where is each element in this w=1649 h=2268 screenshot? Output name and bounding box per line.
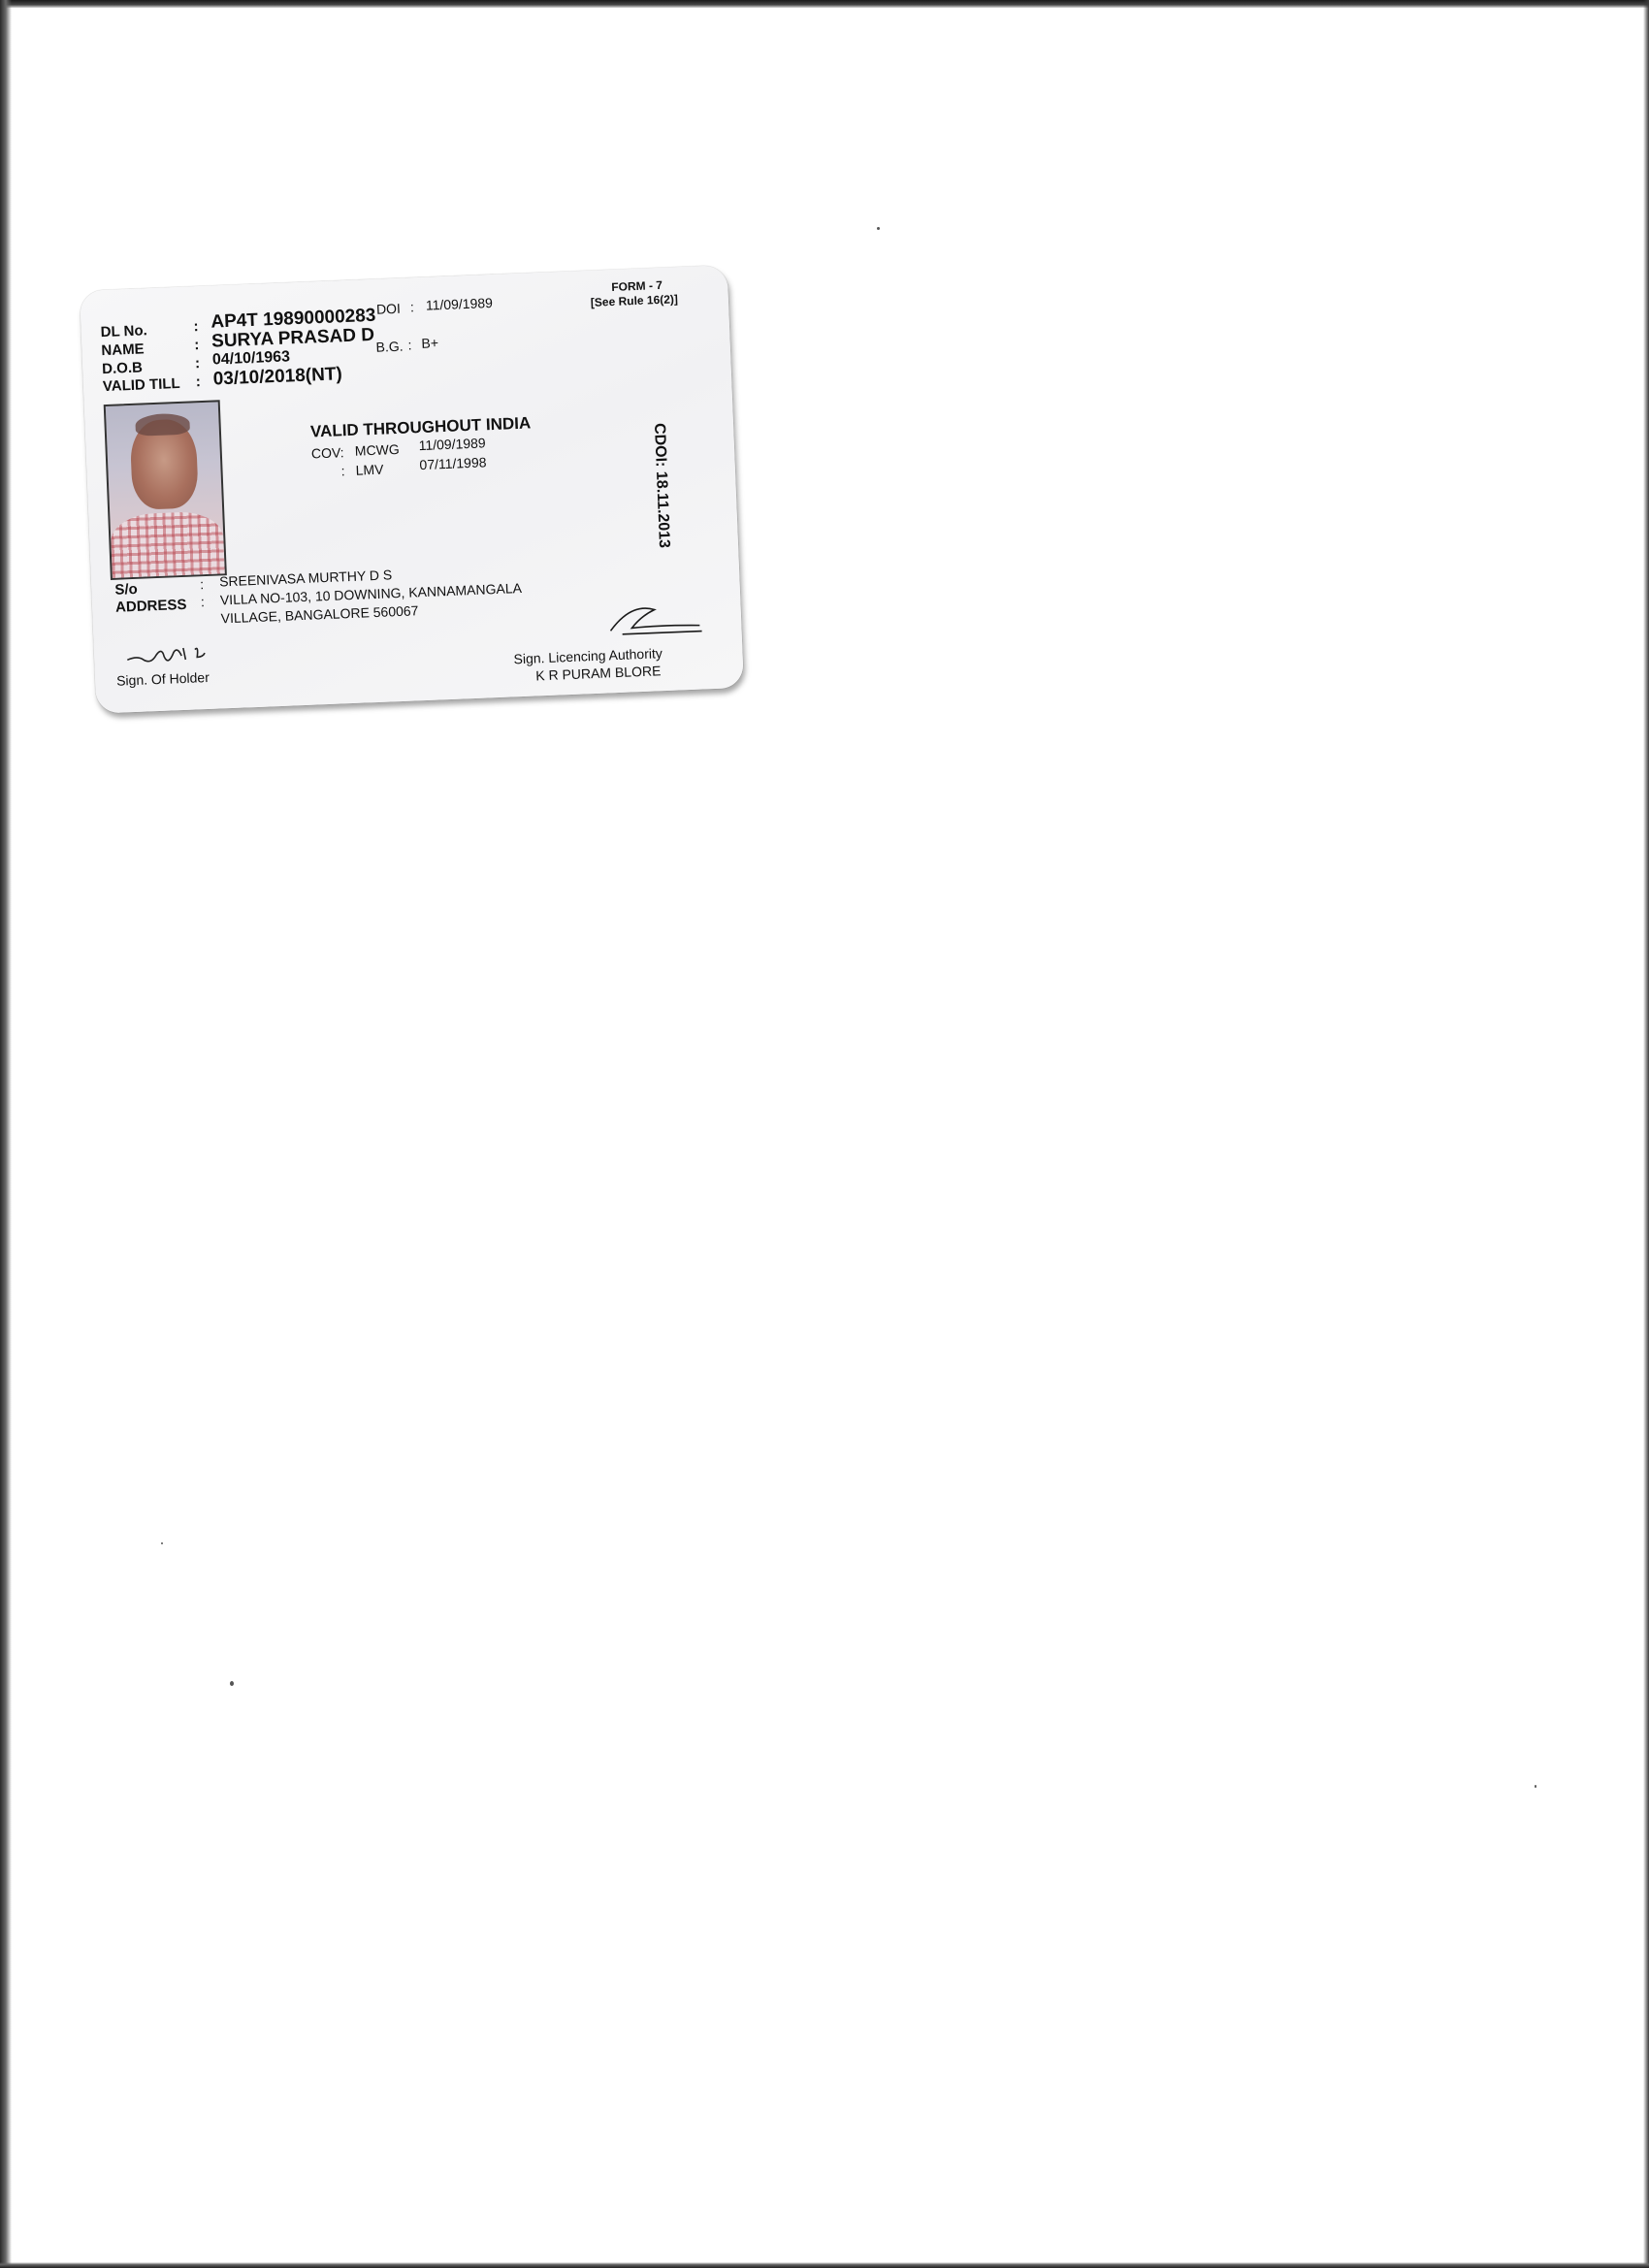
dob-label: D.O.B [101, 359, 144, 378]
cdoi-vertical: CDOI: 18.11.2013 [650, 422, 673, 549]
scan-speck [1535, 1785, 1536, 1788]
bg-colon: : [407, 337, 412, 353]
cov-label: COV: [310, 444, 344, 462]
scan-edge-right [1643, 0, 1649, 2268]
cov-class-2: LMV [355, 461, 384, 478]
holder-sign-label: Sign. Of Holder [115, 668, 210, 689]
form-title: FORM - 7 [611, 277, 663, 294]
dl-no-colon: : [193, 318, 199, 336]
photo-hair [135, 412, 191, 437]
authority-office: K R PURAM BLORE [534, 663, 662, 684]
holder-signature [126, 647, 206, 663]
form-rule: [See Rule 16(2)] [590, 292, 679, 309]
authority-signature [609, 607, 702, 635]
doi-value: 11/09/1989 [425, 294, 494, 313]
holder-photo [103, 400, 227, 580]
so-value: SREENIVASA MURTHY D S [218, 567, 393, 590]
photo-shirt [110, 510, 226, 580]
name-colon: : [193, 337, 200, 354]
driving-license-card: DL No. : AP4T 19890000283 NAME : SURYA P… [80, 265, 744, 714]
valid-till-colon: : [195, 373, 202, 391]
valid-till-label: VALID TILL [102, 374, 180, 396]
dl-no-label: DL No. [100, 322, 148, 341]
scan-speck [877, 227, 880, 230]
address-line-2: VILLAGE, BANGALORE 560067 [220, 602, 419, 627]
cov-date-1: 11/09/1989 [418, 435, 486, 454]
cov-date-2: 07/11/1998 [419, 454, 487, 473]
so-colon: : [199, 576, 205, 593]
doi-label: DOI [375, 300, 402, 317]
so-label: S/o [114, 580, 139, 599]
dob-value: 04/10/1963 [211, 348, 291, 369]
bg-label: B.G. [375, 338, 404, 355]
scan-speck [161, 1542, 163, 1544]
scan-edge-bottom [0, 2262, 1649, 2268]
valid-till-value: 03/10/2018(NT) [212, 364, 343, 390]
scan-speck [230, 1681, 234, 1686]
name-value: SURYA PRASAD D [210, 324, 375, 352]
scan-edge-left [0, 0, 12, 2268]
address-label: ADDRESS [114, 596, 187, 616]
cov-colon-2: : [340, 463, 345, 479]
doi-colon: : [409, 299, 415, 315]
dob-colon: : [194, 355, 201, 373]
valid-throughout-india: VALID THROUGHOUT INDIA [309, 413, 532, 441]
cov-class-1: MCWG [354, 440, 401, 459]
bg-value: B+ [421, 335, 439, 351]
scan-edge-top [0, 0, 1649, 8]
address-colon: : [200, 594, 206, 610]
name-label: NAME [101, 340, 145, 360]
